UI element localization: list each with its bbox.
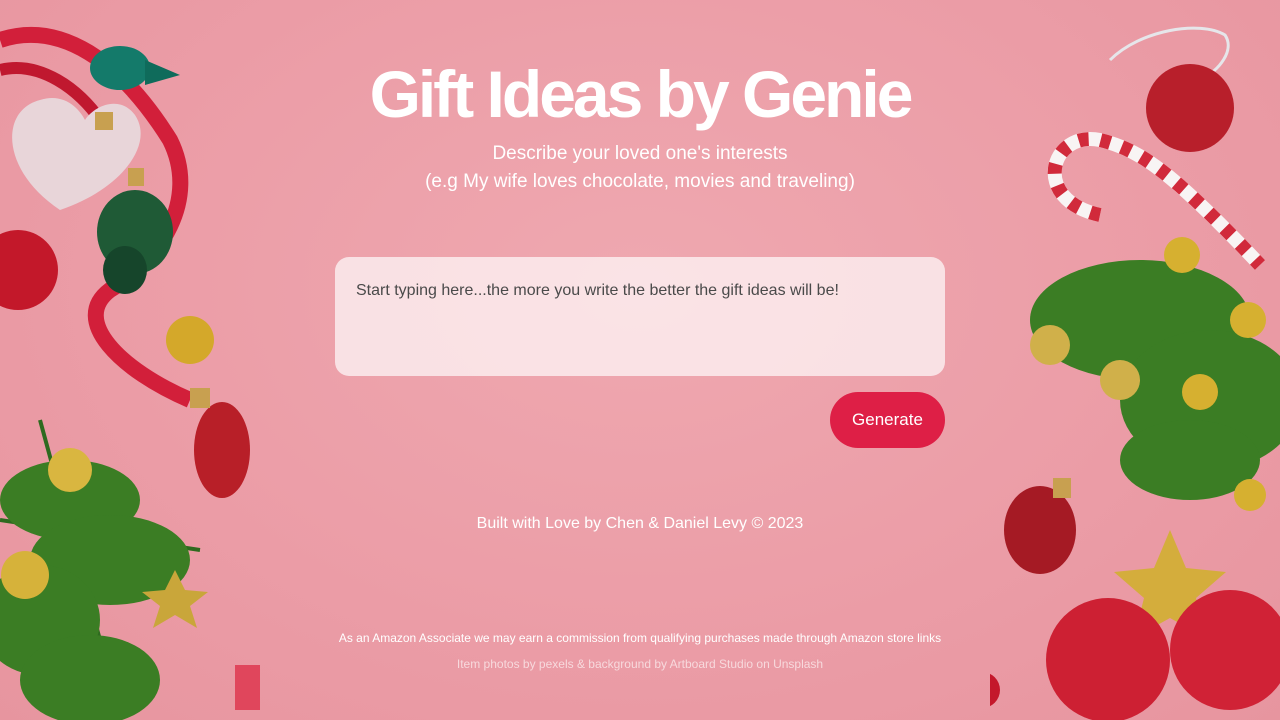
photo-credits: Item photos by pexels & background by Ar…	[456, 657, 824, 671]
subtitle-line: Describe your loved one's interests	[492, 143, 788, 164]
generate-button[interactable]: Generate	[830, 392, 945, 448]
amazon-disclaimer: As an Amazon Associate we may earn a com…	[338, 631, 942, 645]
subtitle-example-line: (e.g My wife loves chocolate, movies and…	[425, 171, 855, 192]
page-title: Gift Ideas by Genie	[369, 57, 914, 131]
built-by-text: Built with Love by Chen & Daniel Levy © …	[476, 515, 804, 532]
interests-input[interactable]	[335, 257, 945, 376]
subtitle: Describe your loved one's interests (e.g…	[0, 140, 1280, 196]
